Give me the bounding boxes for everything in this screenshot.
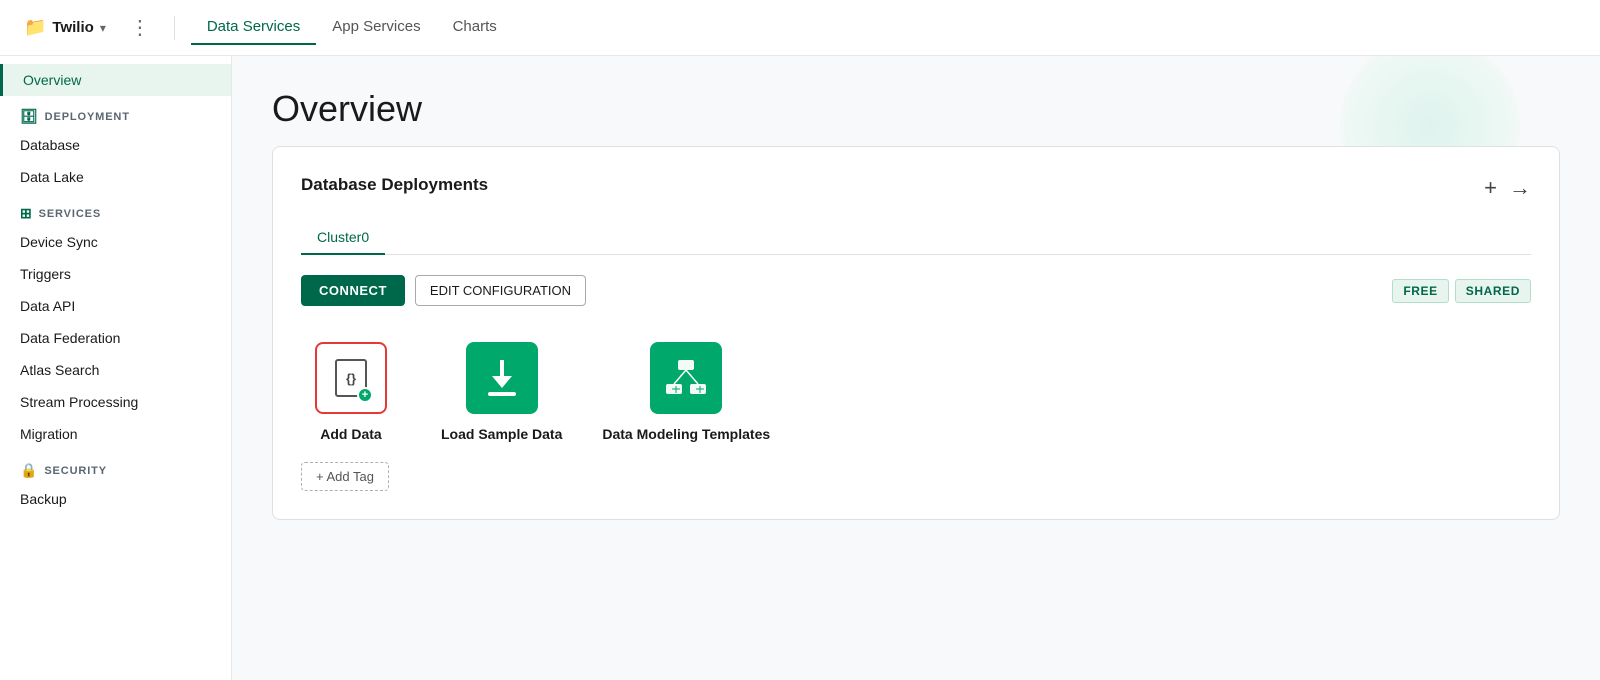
data-modeling-icon-wrap: [650, 342, 722, 414]
arrow-stem: [500, 360, 504, 376]
add-tag-button[interactable]: + Add Tag: [301, 462, 389, 491]
sidebar-section-deployment: 🗄 DEPLOYMENT: [0, 96, 231, 129]
sidebar-item-data-federation[interactable]: Data Federation: [0, 322, 231, 354]
connect-button[interactable]: CONNECT: [301, 275, 405, 306]
cluster-tabs: Cluster0: [301, 221, 1531, 255]
deployment-label: DEPLOYMENT: [45, 111, 130, 123]
brand-name: Twilio: [52, 19, 93, 36]
tab-data-services[interactable]: Data Services: [191, 10, 316, 45]
sidebar-item-database[interactable]: Database: [0, 129, 231, 161]
add-data-icon-wrap: {} +: [315, 342, 387, 414]
arrow-button[interactable]: →: [1509, 175, 1531, 201]
add-data-label: Add Data: [320, 426, 381, 442]
sidebar-item-device-sync[interactable]: Device Sync: [0, 226, 231, 258]
modeling-icon: [650, 342, 722, 414]
sidebar-item-migration[interactable]: Migration: [0, 418, 231, 450]
modeling-svg: [664, 358, 708, 398]
tile-data-modeling[interactable]: Data Modeling Templates: [602, 342, 770, 442]
data-federation-label: Data Federation: [20, 330, 120, 346]
sidebar-section-services: ⊞ SERVICES: [0, 193, 231, 226]
tab-cluster0[interactable]: Cluster0: [301, 221, 385, 255]
add-deployment-button[interactable]: +: [1484, 175, 1497, 201]
plus-circle-icon: +: [357, 387, 373, 403]
triggers-label: Triggers: [20, 266, 71, 282]
bg-decoration: [1340, 56, 1520, 146]
tile-load-sample[interactable]: Load Sample Data: [441, 342, 562, 442]
dots-menu-icon[interactable]: ⋮: [122, 11, 158, 44]
data-modeling-label: Data Modeling Templates: [602, 426, 770, 442]
security-icon: 🔒: [20, 462, 38, 479]
sidebar-item-data-api[interactable]: Data API: [0, 290, 231, 322]
data-api-label: Data API: [20, 298, 75, 314]
sidebar-item-triggers[interactable]: Triggers: [0, 258, 231, 290]
tab-charts[interactable]: Charts: [437, 10, 513, 45]
migration-label: Migration: [20, 426, 78, 442]
sidebar-section-security: 🔒 SECURITY: [0, 450, 231, 483]
chevron-down-icon: ▾: [100, 21, 106, 35]
nav-divider: [174, 16, 175, 40]
arrow-base: [488, 392, 516, 396]
layout: Overview 🗄 DEPLOYMENT Database Data Lake…: [0, 56, 1600, 680]
services-icon: ⊞: [20, 205, 33, 222]
services-label: SERVICES: [39, 208, 101, 220]
edit-config-button[interactable]: EDIT CONFIGURATION: [415, 275, 586, 306]
top-nav: 📁 Twilio ▾ ⋮ Data Services App Services …: [0, 0, 1600, 56]
deployment-icon: 🗄: [20, 108, 39, 125]
tile-grid: {} + Add Data: [301, 330, 1531, 454]
download-arrow-icon: [484, 360, 520, 396]
free-badge: FREE: [1392, 279, 1448, 303]
database-label: Database: [20, 137, 80, 153]
download-icon: [466, 342, 538, 414]
deployments-card: Database Deployments + → Cluster0 CONNEC…: [272, 146, 1560, 520]
doc-icon: {} +: [335, 359, 367, 397]
content-area: Database Deployments + → Cluster0 CONNEC…: [232, 146, 1600, 568]
sidebar-item-backup[interactable]: Backup: [0, 483, 231, 515]
card-header: Database Deployments + →: [301, 175, 1531, 201]
data-lake-label: Data Lake: [20, 169, 84, 185]
tile-add-data[interactable]: {} + Add Data: [301, 342, 401, 442]
action-button-group: CONNECT EDIT CONFIGURATION FREE SHARED: [301, 275, 1531, 306]
main-content: Overview Database Deployments + → Cluste…: [232, 56, 1600, 680]
badges-group: FREE SHARED: [1392, 279, 1531, 303]
sidebar-item-stream-processing[interactable]: Stream Processing: [0, 386, 231, 418]
load-sample-icon-wrap: [466, 342, 538, 414]
card-title-text: Database Deployments: [301, 175, 488, 195]
nav-tabs: Data Services App Services Charts: [191, 10, 513, 45]
backup-label: Backup: [20, 491, 67, 507]
brand-menu[interactable]: 📁 Twilio ▾: [16, 13, 114, 42]
card-actions: + →: [1484, 175, 1531, 201]
security-label: SECURITY: [44, 465, 107, 477]
page-header: Overview: [232, 56, 1600, 146]
shared-badge: SHARED: [1455, 279, 1531, 303]
sidebar-item-data-lake[interactable]: Data Lake: [0, 161, 231, 193]
atlas-search-label: Atlas Search: [20, 362, 99, 378]
add-data-icon: {} +: [317, 344, 385, 412]
arrow-head: [492, 376, 512, 388]
load-sample-label: Load Sample Data: [441, 426, 562, 442]
folder-icon: 📁: [24, 17, 46, 38]
sidebar: Overview 🗄 DEPLOYMENT Database Data Lake…: [0, 56, 232, 680]
overview-label: Overview: [23, 72, 81, 88]
sidebar-item-atlas-search[interactable]: Atlas Search: [0, 354, 231, 386]
device-sync-label: Device Sync: [20, 234, 98, 250]
sidebar-item-overview[interactable]: Overview: [0, 64, 231, 96]
tab-app-services[interactable]: App Services: [316, 10, 436, 45]
stream-processing-label: Stream Processing: [20, 394, 138, 410]
